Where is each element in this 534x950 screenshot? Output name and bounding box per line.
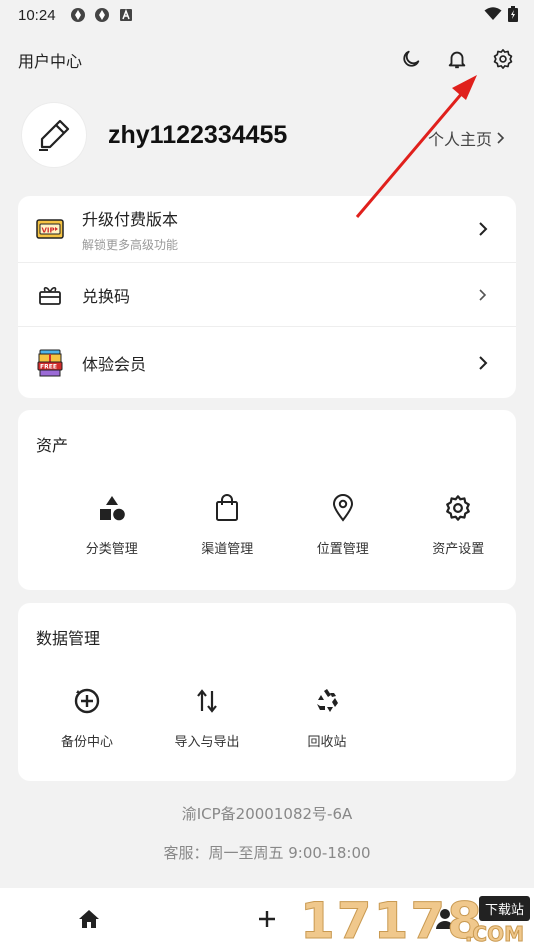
- free-gift-icon: FREE: [36, 349, 64, 377]
- grid-item-label: 资产设置: [432, 542, 485, 557]
- nav-profile[interactable]: [415, 899, 475, 939]
- profile-section: zhy1122334455 个人主页: [22, 102, 516, 168]
- chevron-right-icon: [479, 222, 488, 236]
- customer-service-hours: 客服：周一至周五 9:00-18:00: [163, 844, 371, 862]
- android-notification-icon: [118, 7, 134, 23]
- chevron-right-icon: [497, 132, 505, 144]
- notifications-button[interactable]: [444, 46, 470, 72]
- recycle-bin-button[interactable]: 回收站: [267, 685, 387, 750]
- bell-icon: [448, 51, 466, 69]
- menu-item-redeem-code[interactable]: 兑换码: [18, 262, 516, 326]
- avatar[interactable]: [22, 103, 86, 167]
- page-title: 用户中心: [18, 52, 83, 71]
- section-title: 数据管理: [36, 629, 101, 648]
- menu-item-upgrade[interactable]: VIP 升级付费版本 解锁更多高级功能: [18, 196, 516, 262]
- assets-card: 资产 分类管理 渠道管理 位置管理 资产设置: [18, 410, 516, 590]
- backup-icon: [71, 685, 103, 717]
- location-management-button[interactable]: 位置管理: [285, 492, 401, 557]
- app-header: 用户中心: [0, 38, 534, 82]
- plus-icon: [259, 911, 275, 927]
- homepage-label: 个人主页: [427, 130, 492, 149]
- channel-management-button[interactable]: 渠道管理: [170, 492, 286, 557]
- backup-center-button[interactable]: 备份中心: [27, 685, 147, 750]
- svg-text:FREE: FREE: [40, 363, 57, 370]
- nav-home[interactable]: [59, 899, 119, 939]
- chevron-right-icon: [479, 288, 487, 301]
- menu-item-label: 体验会员: [82, 354, 147, 374]
- recycle-icon: [311, 685, 343, 717]
- bottom-navigation: [0, 888, 534, 950]
- app-notification-icon: [94, 7, 110, 23]
- grid-item-label: 回收站: [307, 735, 347, 750]
- shopping-bag-icon: [211, 492, 243, 524]
- menu-item-trial-membership[interactable]: FREE 体验会员: [18, 326, 516, 398]
- home-icon: [79, 910, 99, 928]
- import-export-icon: [191, 685, 223, 717]
- nav-add[interactable]: [237, 899, 297, 939]
- gear-icon: [442, 492, 474, 524]
- battery-icon: [508, 6, 518, 26]
- asset-settings-button[interactable]: 资产设置: [401, 492, 517, 557]
- menu-item-label: 升级付费版本: [82, 209, 179, 229]
- location-pin-icon: [327, 492, 359, 524]
- settings-button[interactable]: [490, 46, 516, 72]
- section-title: 资产: [36, 436, 69, 455]
- chevron-right-icon: [479, 355, 488, 370]
- dark-mode-button[interactable]: [398, 46, 424, 72]
- moon-icon: [403, 50, 420, 67]
- status-bar: 10:24: [0, 0, 534, 30]
- grid-item-label: 备份中心: [60, 735, 113, 750]
- svg-text:VIP: VIP: [42, 227, 55, 235]
- gear-icon: [493, 49, 513, 69]
- grid-item-label: 导入与导出: [174, 735, 240, 750]
- app-notification-icon: [70, 7, 86, 23]
- vip-ticket-icon: VIP: [36, 215, 64, 243]
- shapes-icon: [96, 492, 128, 524]
- user-icon: [436, 909, 454, 929]
- grid-item-label: 渠道管理: [201, 542, 254, 557]
- menu-item-subtitle: 解锁更多高级功能: [82, 237, 179, 252]
- import-export-button[interactable]: 导入与导出: [147, 685, 267, 750]
- grid-item-label: 分类管理: [85, 542, 138, 557]
- pen-icon: [39, 119, 70, 151]
- wifi-icon: [484, 7, 502, 25]
- personal-homepage-link[interactable]: 个人主页: [428, 126, 506, 150]
- data-management-card: 数据管理 备份中心 导入与导出 回收站: [18, 603, 516, 781]
- membership-menu-card: VIP 升级付费版本 解锁更多高级功能 兑换码 FREE 体验会员: [18, 196, 516, 398]
- status-time: 10:24: [18, 6, 56, 24]
- category-management-button[interactable]: 分类管理: [54, 492, 170, 557]
- icp-license: 渝ICP备20001082号-6A: [181, 805, 353, 823]
- grid-item-label: 位置管理: [316, 542, 369, 557]
- gift-box-icon: [36, 281, 64, 309]
- menu-item-label: 兑换码: [82, 286, 131, 306]
- username: zhy1122334455: [108, 120, 288, 149]
